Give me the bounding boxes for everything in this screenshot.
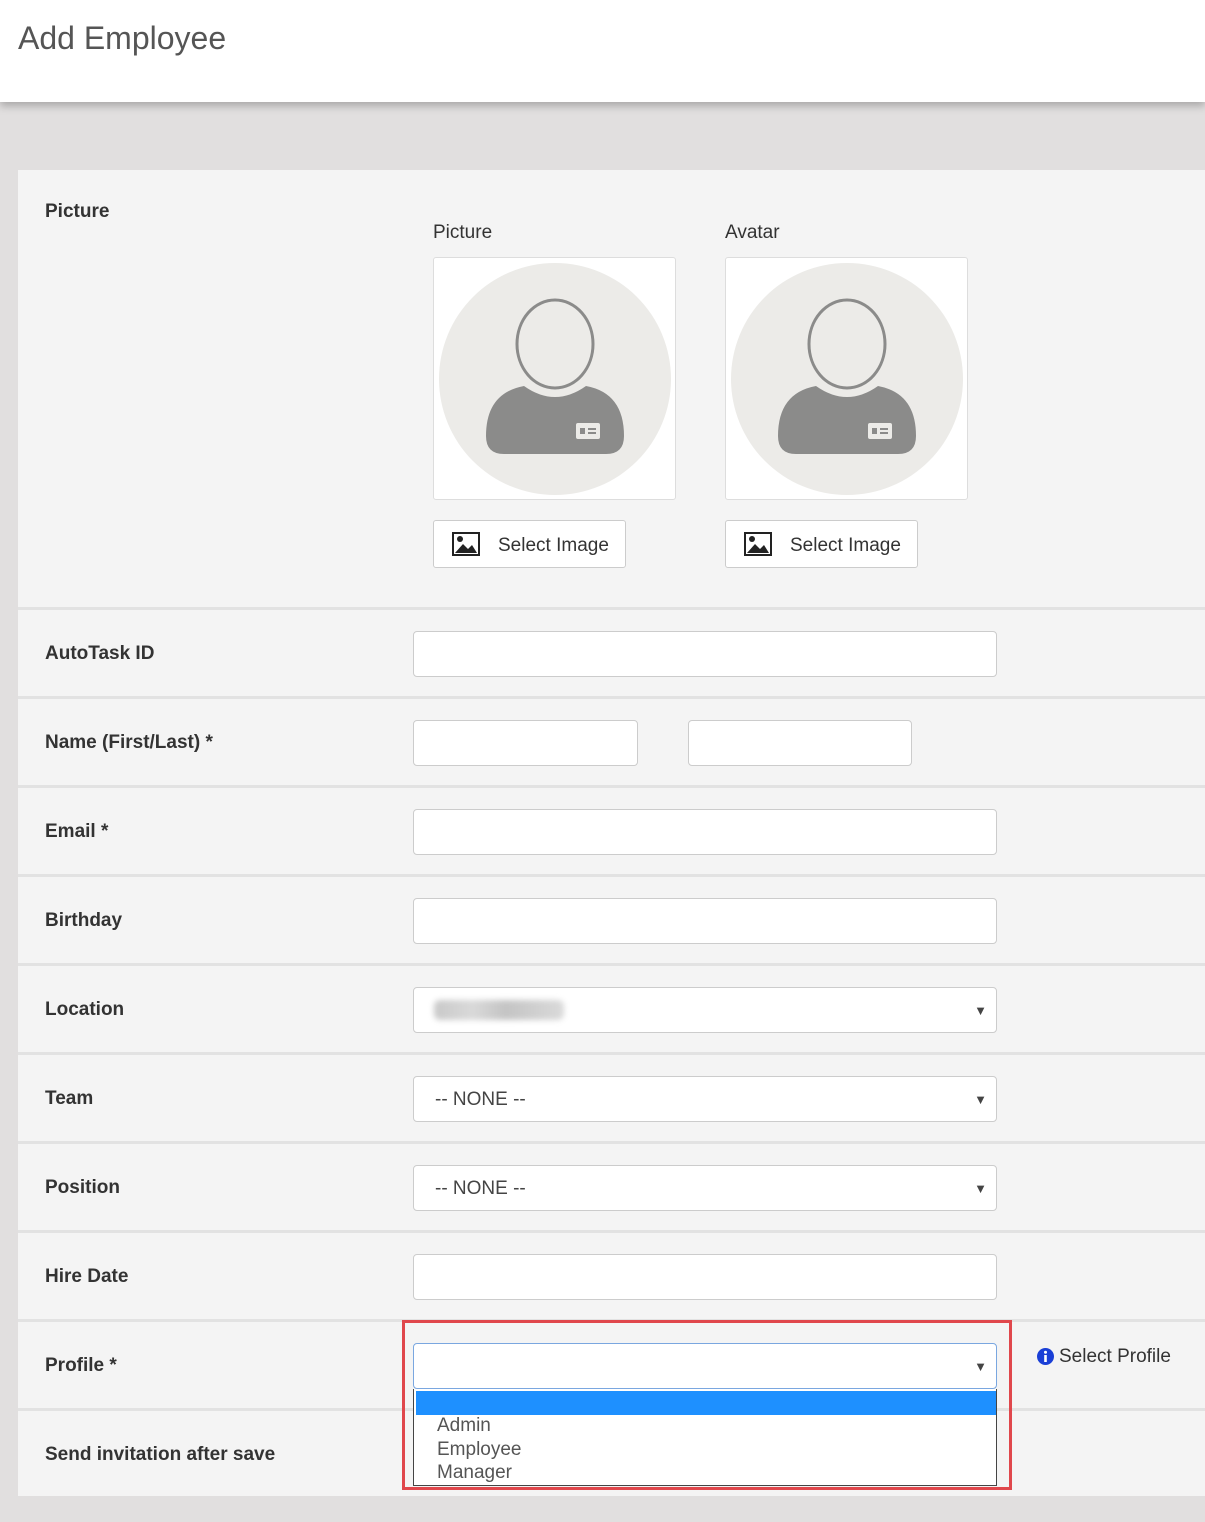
user-placeholder-icon <box>439 263 671 495</box>
avatar-select-image-button[interactable]: Select Image <box>725 520 918 568</box>
team-value: -- NONE -- <box>435 1089 526 1110</box>
birthday-row: Birthday <box>18 877 1205 966</box>
hire-date-row: Hire Date <box>18 1233 1205 1322</box>
email-label: Email * <box>45 821 109 842</box>
select-profile-label: Select Profile <box>1059 1346 1171 1367</box>
birthday-label: Birthday <box>45 910 123 931</box>
position-label: Position <box>45 1177 120 1198</box>
avatar-preview <box>725 257 968 500</box>
email-field[interactable] <box>413 809 997 855</box>
caret-down-icon: ▼ <box>974 1181 987 1196</box>
team-row: Team -- NONE -- ▼ <box>18 1055 1205 1144</box>
email-row: Email * <box>18 788 1205 877</box>
avatar-title: Avatar <box>725 222 780 243</box>
caret-down-icon: ▼ <box>974 1003 987 1018</box>
picture-row: Picture Picture Select Image Avatar Sele… <box>18 170 1205 610</box>
picture-select-image-label: Select Image <box>498 535 609 556</box>
name-label: Name (First/Last) * <box>45 732 213 753</box>
caret-down-icon: ▼ <box>974 1092 987 1107</box>
image-icon <box>452 532 480 556</box>
location-select[interactable]: ▼ <box>413 987 997 1033</box>
send-invitation-label: Send invitation after save <box>45 1444 276 1465</box>
picture-preview <box>433 257 676 500</box>
position-value: -- NONE -- <box>435 1178 526 1199</box>
profile-label: Profile * <box>45 1355 117 1376</box>
page-title: Add Employee <box>18 20 227 56</box>
birthday-input[interactable] <box>413 898 997 944</box>
picture-label: Picture <box>45 201 110 222</box>
info-circle-icon <box>1037 1348 1054 1365</box>
last-name-input[interactable] <box>688 720 912 766</box>
position-select[interactable]: -- NONE -- ▼ <box>413 1165 997 1211</box>
position-row: Position -- NONE -- ▼ <box>18 1144 1205 1233</box>
image-icon <box>744 532 772 556</box>
employee-form: Picture Picture Select Image Avatar Sele… <box>18 170 1205 1496</box>
picture-select-image-button[interactable]: Select Image <box>433 520 626 568</box>
autotask-input[interactable] <box>413 631 997 677</box>
location-label: Location <box>45 999 125 1020</box>
team-select[interactable]: -- NONE -- ▼ <box>413 1076 997 1122</box>
page-header: Add Employee <box>0 0 1205 102</box>
location-redacted-value <box>434 1000 564 1020</box>
user-placeholder-icon <box>731 263 963 495</box>
hire-date-label: Hire Date <box>45 1266 129 1287</box>
picture-title: Picture <box>433 222 493 243</box>
first-name-input[interactable] <box>413 720 638 766</box>
highlight-box <box>402 1320 1012 1490</box>
team-label: Team <box>45 1088 94 1109</box>
hire-date-input[interactable] <box>413 1254 997 1300</box>
location-row: Location ▼ <box>18 966 1205 1055</box>
avatar-select-image-label: Select Image <box>790 535 901 556</box>
autotask-label: AutoTask ID <box>45 643 155 664</box>
autotask-row: AutoTask ID <box>18 610 1205 699</box>
name-row: Name (First/Last) * <box>18 699 1205 788</box>
